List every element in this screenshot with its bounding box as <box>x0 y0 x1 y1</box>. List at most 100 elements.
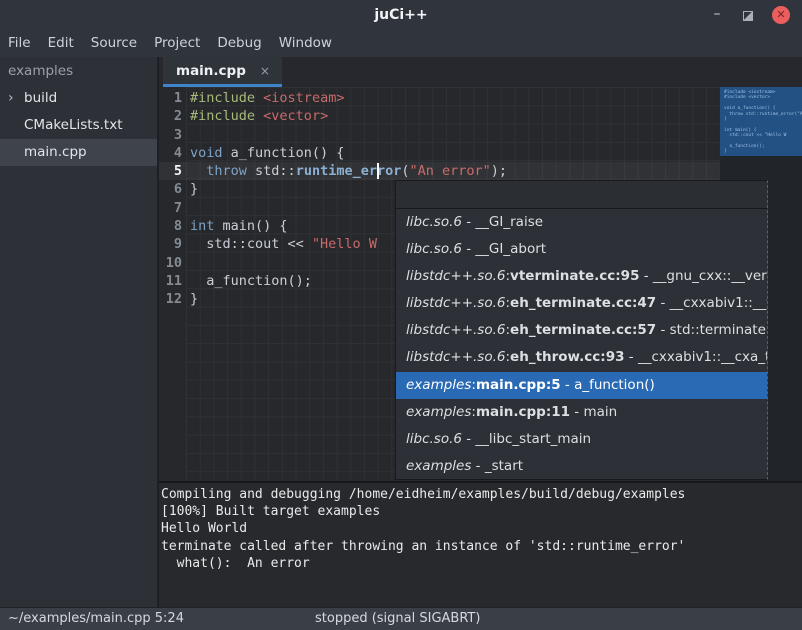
backtrace-row[interactable]: libc.so.6 - __GI_raise <box>396 209 767 236</box>
code-token: throw <box>206 163 247 179</box>
menu-project[interactable]: Project <box>154 30 200 57</box>
code-text <box>186 126 190 144</box>
frame-function: - __gnu_cxx::__verbos <box>639 268 767 284</box>
tab-label: main.cpp <box>176 63 246 79</box>
code-line[interactable]: 1#include <iostream> <box>159 89 720 107</box>
titlebar[interactable]: juCi++ – ✕ <box>0 0 802 30</box>
frame-function: - _start <box>471 458 523 474</box>
output-terminal[interactable]: Compiling and debugging /home/eidheim/ex… <box>159 481 802 607</box>
restore-button[interactable] <box>738 6 756 24</box>
code-line[interactable]: 5 throw std::runtime_error("An error"); <box>159 162 720 180</box>
code-editor[interactable]: 1#include <iostream>2#include <vector>34… <box>159 87 802 481</box>
backtrace-row[interactable]: libstdc++.so.6:eh_throw.cc:93 - __cxxabi… <box>396 344 767 371</box>
menu-file[interactable]: File <box>8 30 31 57</box>
frame-location: eh_terminate.cc:57 <box>510 322 656 338</box>
backtrace-row[interactable]: examples:main.cpp:11 - main <box>396 399 767 426</box>
frame-library: examples <box>406 458 471 474</box>
code-token: <vector> <box>263 108 328 124</box>
code-line[interactable]: 2#include <vector> <box>159 107 720 125</box>
backtrace-popup-header <box>396 181 767 209</box>
minimap-line: throw std::runtime_error("An error"); <box>724 112 802 117</box>
line-number: 4 <box>159 144 186 162</box>
code-token: main() { <box>214 218 287 234</box>
menu-debug[interactable]: Debug <box>217 30 261 57</box>
frame-library: libc.so.6 <box>406 241 462 257</box>
code-token: <iostream> <box>263 90 344 106</box>
line-number: 3 <box>159 126 186 144</box>
file-tree-panel[interactable]: examples ›buildCMakeLists.txtmain.cpp <box>0 57 157 607</box>
code-text: } <box>186 290 198 308</box>
close-button[interactable]: ✕ <box>772 6 790 24</box>
tabbar: main.cpp × <box>159 57 802 87</box>
frame-location: eh_terminate.cc:47 <box>510 295 656 311</box>
code-line[interactable]: 4void a_function() { <box>159 144 720 162</box>
status-file-location: ~/examples/main.cpp 5:24 <box>8 608 184 630</box>
statusbar: ~/examples/main.cpp 5:24 stopped (signal… <box>0 607 802 630</box>
text-cursor <box>377 163 379 179</box>
menu-source[interactable]: Source <box>91 30 137 57</box>
tree-item-label: build <box>24 85 57 112</box>
restore-icon <box>743 11 753 21</box>
terminal-line: Hello World <box>161 520 802 537</box>
backtrace-row[interactable]: libstdc++.so.6:eh_terminate.cc:57 - std:… <box>396 317 767 344</box>
code-token: ); <box>491 163 507 179</box>
code-token <box>190 163 206 179</box>
backtrace-row[interactable]: examples - _start <box>396 453 767 480</box>
code-token: } <box>190 291 198 307</box>
tree-item-build[interactable]: ›build <box>0 85 157 112</box>
line-number: 6 <box>159 180 186 198</box>
frame-library: libstdc++.so.6 <box>406 268 505 284</box>
frame-library: examples <box>406 377 471 393</box>
code-token: int <box>190 218 214 234</box>
code-text: } <box>186 180 198 198</box>
terminal-line: what(): An error <box>161 555 802 572</box>
tree-item-cmakelists.txt[interactable]: CMakeLists.txt <box>0 112 157 139</box>
frame-library: libstdc++.so.6 <box>406 349 505 365</box>
code-token: "An error" <box>410 163 491 179</box>
code-token: std:: <box>247 163 296 179</box>
backtrace-row[interactable]: libc.so.6 - __libc_start_main <box>396 426 767 453</box>
minimap-line: } <box>724 149 802 154</box>
backtrace-row[interactable]: libstdc++.so.6:vterminate.cc:95 - __gnu_… <box>396 263 767 290</box>
line-number: 7 <box>159 199 186 217</box>
frame-function: - main <box>570 404 617 420</box>
backtrace-row[interactable]: examples:main.cpp:5 - a_function() <box>396 372 767 399</box>
code-overview-tooltip[interactable]: #include <iostream>#include <vector> voi… <box>720 87 802 156</box>
line-number: 2 <box>159 107 186 125</box>
backtrace-list[interactable]: libc.so.6 - __GI_raiselibc.so.6 - __GI_a… <box>396 209 767 480</box>
terminal-line: terminate called after throwing an insta… <box>161 538 802 555</box>
backtrace-row[interactable]: libc.so.6 - __GI_abort <box>396 236 767 263</box>
tab-main-cpp[interactable]: main.cpp × <box>163 57 282 87</box>
backtrace-popup[interactable]: libc.so.6 - __GI_raiselibc.so.6 - __GI_a… <box>395 180 768 480</box>
tab-close-icon[interactable]: × <box>260 64 270 78</box>
frame-library: libstdc++.so.6 <box>406 322 505 338</box>
line-number: 8 <box>159 217 186 235</box>
code-token: a_function(); <box>190 273 312 289</box>
frame-location: main.cpp:11 <box>476 404 570 420</box>
terminal-line: Compiling and debugging /home/eidheim/ex… <box>161 486 802 503</box>
status-debug-state: stopped (signal SIGABRT) <box>315 608 480 630</box>
line-number: 9 <box>159 235 186 253</box>
tree-item-label: main.cpp <box>24 139 87 166</box>
frame-function: - std::terminate() <box>656 322 767 338</box>
minimize-button[interactable]: – <box>708 6 726 24</box>
frame-function: - __libc_start_main <box>462 431 591 447</box>
frame-function: - __GI_abort <box>462 241 546 257</box>
frame-function: - __GI_raise <box>462 214 543 230</box>
code-text <box>186 254 190 272</box>
code-text <box>186 199 190 217</box>
line-number: 12 <box>159 290 186 308</box>
menu-edit[interactable]: Edit <box>48 30 74 57</box>
frame-location: main.cpp:5 <box>476 377 561 393</box>
menu-window[interactable]: Window <box>279 30 332 57</box>
backtrace-row[interactable]: libstdc++.so.6:eh_terminate.cc:47 - __cx… <box>396 290 767 317</box>
frame-location: vterminate.cc:95 <box>510 268 639 284</box>
code-line[interactable]: 3 <box>159 126 720 144</box>
code-token: a_function() { <box>223 145 345 161</box>
code-text: #include <iostream> <box>186 89 344 107</box>
frame-function: - a_function() <box>561 377 655 393</box>
frame-library: libc.so.6 <box>406 214 462 230</box>
tree-item-main.cpp[interactable]: main.cpp <box>0 139 157 166</box>
code-token: "Hello W <box>312 236 377 252</box>
code-text: #include <vector> <box>186 107 328 125</box>
